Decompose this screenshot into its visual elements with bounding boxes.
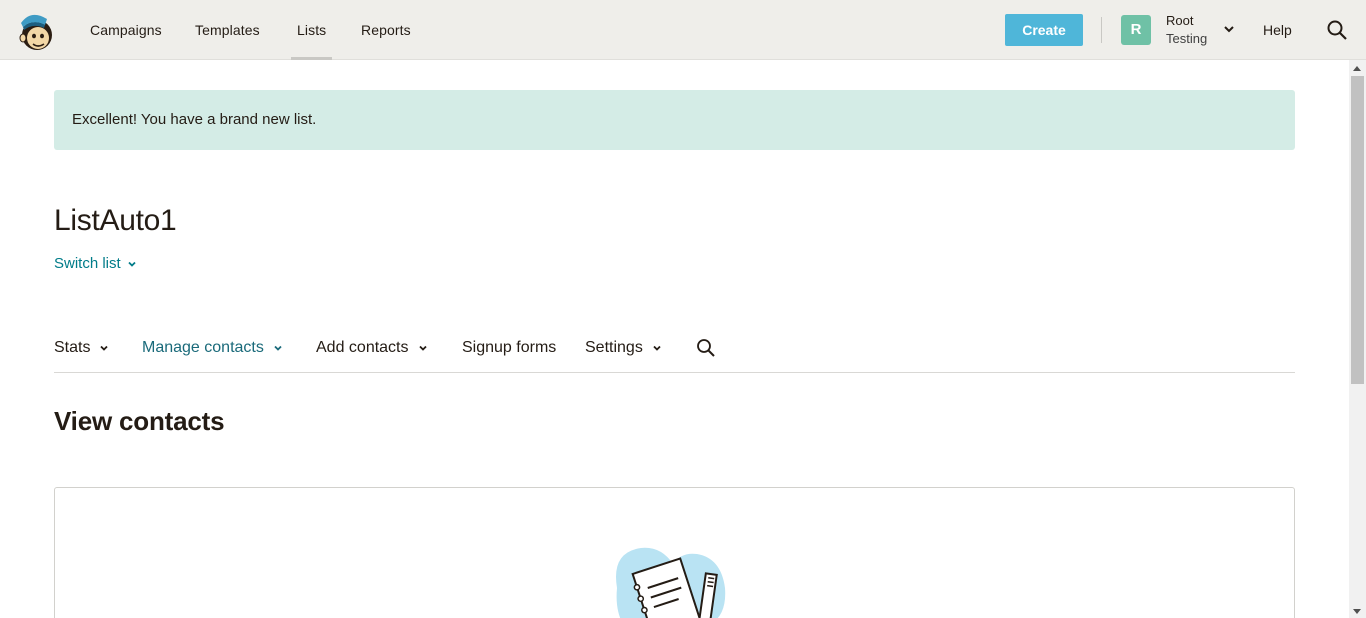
nav-reports[interactable]: Reports — [361, 0, 411, 60]
subnav-add-contacts[interactable]: Add contacts — [316, 330, 428, 366]
search-icon[interactable] — [696, 338, 716, 358]
subnav-manage-contacts-label: Manage contacts — [142, 339, 264, 356]
subnav-signup-forms-label: Signup forms — [462, 339, 557, 356]
list-title: ListAuto1 — [54, 204, 177, 237]
subnav-settings-label: Settings — [585, 339, 643, 356]
help-link[interactable]: Help — [1263, 0, 1292, 60]
chevron-down-icon — [418, 345, 427, 351]
search-icon[interactable] — [1326, 19, 1348, 41]
account-chevron-down-icon[interactable] — [1222, 22, 1236, 36]
section-title: View contacts — [54, 406, 225, 436]
chevron-down-icon — [100, 345, 109, 351]
chevron-down-icon — [128, 261, 136, 267]
account-org[interactable]: Testing — [1166, 31, 1207, 46]
subnav-stats-label: Stats — [54, 339, 91, 356]
page-scrollbar[interactable] — [1349, 60, 1366, 618]
create-button[interactable]: Create — [1005, 14, 1083, 46]
contacts-empty-card — [54, 487, 1295, 618]
scroll-up-arrow-icon[interactable] — [1353, 66, 1361, 71]
switch-list-label: Switch list — [54, 255, 121, 272]
nav-templates[interactable]: Templates — [195, 0, 260, 60]
account-avatar[interactable]: R — [1121, 15, 1151, 45]
nav-campaigns[interactable]: Campaigns — [90, 0, 162, 60]
subnav-settings[interactable]: Settings — [585, 330, 662, 366]
scroll-thumb[interactable] — [1351, 76, 1364, 384]
subnav-add-contacts-label: Add contacts — [316, 339, 409, 356]
nav-divider — [1101, 17, 1102, 43]
account-name[interactable]: Root — [1166, 13, 1193, 28]
subnav-stats[interactable]: Stats — [54, 330, 109, 366]
subnav-manage-contacts[interactable]: Manage contacts — [142, 330, 283, 366]
switch-list-dropdown[interactable]: Switch list — [54, 255, 137, 272]
chevron-down-icon — [274, 345, 282, 351]
success-alert: Excellent! You have a brand new list. — [54, 90, 1295, 150]
notebook-pencil-illustration-icon — [616, 547, 726, 618]
chevron-down-icon — [653, 345, 661, 351]
scroll-down-arrow-icon[interactable] — [1353, 609, 1361, 614]
top-nav-bar: Campaigns Templates Lists Reports Create… — [0, 0, 1366, 60]
subnav-signup-forms[interactable]: Signup forms — [462, 330, 556, 366]
mailchimp-logo-icon[interactable] — [17, 11, 55, 51]
list-subnav: Stats Manage contacts Add contacts Signu… — [54, 330, 1295, 373]
nav-lists[interactable]: Lists — [290, 0, 333, 60]
